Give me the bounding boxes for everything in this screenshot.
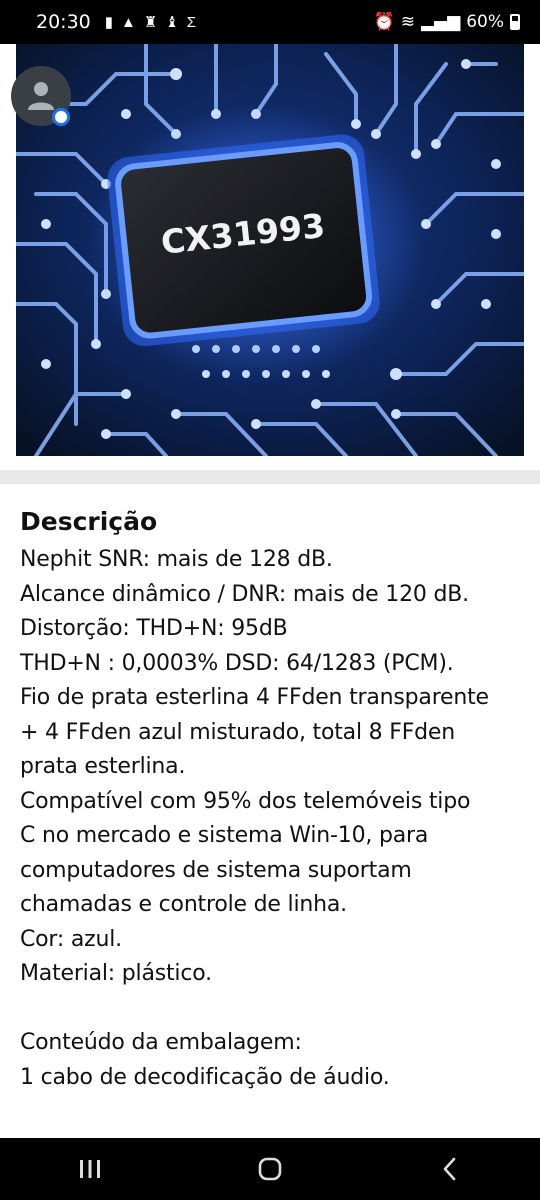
battery-icon xyxy=(510,14,520,30)
description-line: Compatível com 95% dos telemóveis tipo xyxy=(20,788,471,814)
rocket-icon: ♝ xyxy=(165,14,179,31)
description-line: THD+N : 0,0003% DSD: 64/1283 (PCM). xyxy=(20,650,454,676)
back-icon xyxy=(443,1157,456,1181)
recents-icon xyxy=(80,1160,100,1178)
system-nav-bar xyxy=(0,1138,540,1200)
notification-icons: ▮ ▲ ♜ ♝ Σ xyxy=(104,13,197,32)
chip-illustration: CX31993 xyxy=(16,44,524,456)
signal-icon: ▂▄▆ xyxy=(420,12,461,32)
recents-button[interactable] xyxy=(60,1144,120,1194)
description-line: 1 cabo de decodificação de áudio. xyxy=(20,1064,390,1090)
description-line: prata esterlina. xyxy=(20,754,186,779)
battery-level: 60% xyxy=(466,12,504,32)
description-section: Descrição Nephit SNR: mais de 128 dB. Al… xyxy=(20,505,525,1095)
description-line: Alcance dinâmico / DNR: mais de 120 dB. xyxy=(20,581,469,607)
product-image[interactable]: CX31993 xyxy=(16,44,524,456)
storage-icon: ▮ xyxy=(104,14,114,31)
avatar-status-badge xyxy=(52,108,70,126)
alarm-icon: ⏰ xyxy=(373,12,395,32)
back-button[interactable] xyxy=(420,1144,480,1194)
rocket-icon: ♜ xyxy=(143,14,158,31)
status-bar: 20:30 ▮ ▲ ♜ ♝ Σ ⏰ ≋ ▂▄▆ 60% xyxy=(0,0,540,44)
section-divider xyxy=(0,470,540,484)
status-time: 20:30 xyxy=(36,11,91,33)
description-line: Material: plástico. xyxy=(20,961,212,986)
description-line: Nephit SNR: mais de 128 dB. xyxy=(20,547,333,572)
description-line: + 4 FFden azul misturado, total 8 FFden xyxy=(20,719,455,745)
warning-icon: ▲ xyxy=(121,13,136,31)
description-line: Fio de prata esterlina 4 FFden transpare… xyxy=(20,685,489,710)
home-button[interactable] xyxy=(240,1144,300,1194)
description-line: Conteúdo da embalagem: xyxy=(20,1030,302,1055)
person-icon xyxy=(28,82,54,110)
description-line: Cor: azul. xyxy=(20,926,122,952)
description-line: C no mercado e sistema Win-10, para xyxy=(20,823,429,848)
description-line: computadores de sistema suportam xyxy=(20,857,412,883)
description-line: chamadas e controle de linha. xyxy=(20,892,347,917)
description-title: Descrição xyxy=(20,507,158,536)
home-icon xyxy=(258,1157,282,1181)
wifi-icon: ≋ xyxy=(400,12,415,32)
sigma-icon: Σ xyxy=(186,13,197,31)
status-right: ⏰ ≋ ▂▄▆ 60% xyxy=(374,12,520,32)
description-line: Distorção: THD+N: 95dB xyxy=(20,616,288,641)
